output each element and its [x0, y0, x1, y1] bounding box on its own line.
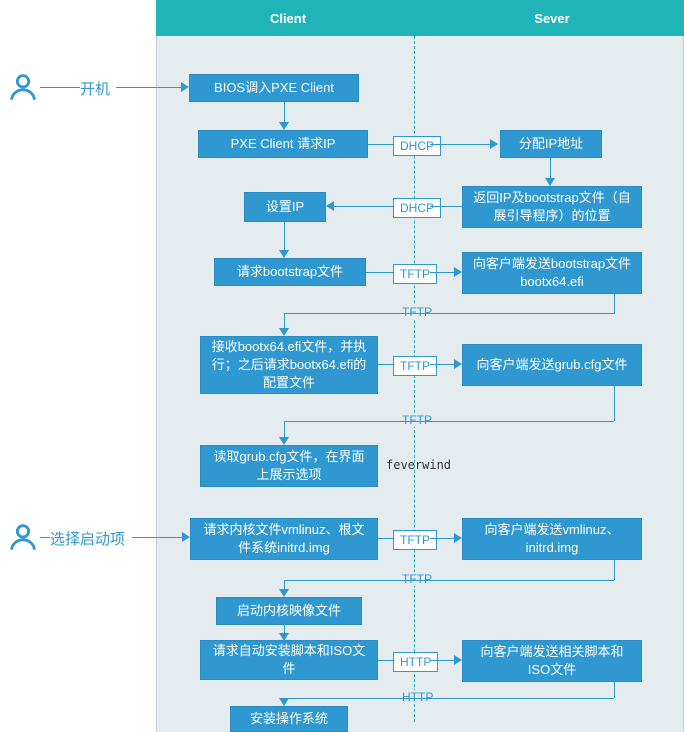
proto-dhcp-1: DHCP [393, 136, 441, 156]
header-server: Sever [420, 0, 684, 36]
node-pxe-request-ip: PXE Client 请求IP [198, 130, 368, 158]
arrow-line [284, 102, 285, 122]
arrow-line [614, 682, 615, 698]
node-return-ip-bootstrap: 返回IP及bootstrap文件（自展引导程序）的位置 [462, 186, 642, 228]
arrow-line [284, 625, 285, 633]
proto-http-1: HTTP [393, 652, 438, 672]
arrow-line [334, 206, 393, 207]
arrow-head [182, 532, 190, 542]
arrow-line [284, 580, 285, 589]
arrow-head [454, 267, 462, 277]
arrow-head [279, 122, 289, 130]
arrow-line [284, 313, 285, 328]
arrow-head [490, 139, 498, 149]
arrow-line [614, 294, 615, 314]
arrow-line [378, 538, 393, 539]
poweron-label: 开机 [80, 78, 110, 99]
proto-tftp-3: TFTP [393, 356, 437, 376]
node-send-kernel: 向客户端发送vmlinuz、initrd.img [462, 518, 642, 560]
arrow-line [284, 421, 614, 422]
node-bios-pxe: BIOS调入PXE Client [189, 74, 359, 102]
node-request-script-iso: 请求自动安装脚本和ISO文件 [200, 640, 378, 680]
arrow-head [279, 589, 289, 597]
header-client: Client [156, 0, 420, 36]
arrow-head [279, 437, 289, 445]
proto-tftp-4: TFTP [398, 413, 436, 427]
arrow-head [326, 201, 334, 211]
proto-tftp-1: TFTP [393, 264, 437, 284]
arrow-line [368, 144, 393, 145]
arrow-line [614, 560, 615, 580]
arrow-line [40, 537, 50, 538]
arrow-line [284, 580, 614, 581]
arrow-line [132, 537, 182, 538]
node-set-ip: 设置IP [244, 192, 326, 222]
node-send-grubcfg: 向客户端发送grub.cfg文件 [462, 344, 642, 386]
proto-http-2: HTTP [398, 690, 437, 704]
arrow-head [454, 655, 462, 665]
node-read-grubcfg: 读取grub.cfg文件，在界面上展示选项 [200, 445, 378, 487]
proto-tftp-2: TFTP [398, 305, 436, 319]
node-install-os: 安装操作系统 [230, 706, 348, 732]
node-request-bootstrap: 请求bootstrap文件 [214, 258, 366, 286]
arrow-line [116, 87, 181, 88]
arrow-head [279, 250, 289, 258]
node-send-script-iso: 向客户端发送相关脚本和ISO文件 [462, 640, 642, 682]
node-alloc-ip: 分配IP地址 [500, 130, 602, 158]
arrow-line [430, 660, 454, 661]
arrow-line [550, 158, 551, 178]
arrow-line [430, 272, 454, 273]
arrow-line [430, 144, 490, 145]
arrow-head [545, 178, 555, 186]
user-icon [6, 70, 40, 107]
arrow-line [430, 538, 454, 539]
arrow-line [40, 87, 80, 88]
arrow-head [454, 359, 462, 369]
arrow-head [181, 82, 189, 92]
node-send-bootstrap: 向客户端发送bootstrap文件bootx64.efi [462, 252, 642, 294]
arrow-line [430, 206, 462, 207]
arrow-line [284, 421, 285, 437]
proto-tftp-6: TFTP [398, 572, 436, 586]
arrow-head [279, 698, 289, 706]
node-receive-bootx64: 接收bootx64.efi文件，并执行；之后请求bootx64.efi的配置文件 [200, 336, 378, 394]
arrow-line [366, 272, 393, 273]
proto-dhcp-2: DHCP [393, 198, 441, 218]
node-request-kernel: 请求内核文件vmlinuz、根文件系统initrd.img [190, 518, 378, 560]
select-boot-label: 选择启动项 [50, 528, 125, 549]
arrow-line [430, 364, 454, 365]
proto-tftp-5: TFTP [393, 530, 437, 550]
arrow-line [284, 698, 614, 699]
arrow-head [279, 328, 289, 336]
watermark: feverwind [386, 458, 451, 472]
arrow-line [284, 222, 285, 250]
arrow-line [614, 386, 615, 421]
arrow-line [378, 660, 393, 661]
arrow-line [378, 364, 393, 365]
arrow-head [454, 533, 462, 543]
user-icon [6, 520, 40, 557]
node-boot-kernel-image: 启动内核映像文件 [216, 597, 362, 625]
arrow-head [279, 633, 289, 641]
diagram-header: Client Sever [156, 0, 684, 36]
arrow-line [284, 313, 614, 314]
